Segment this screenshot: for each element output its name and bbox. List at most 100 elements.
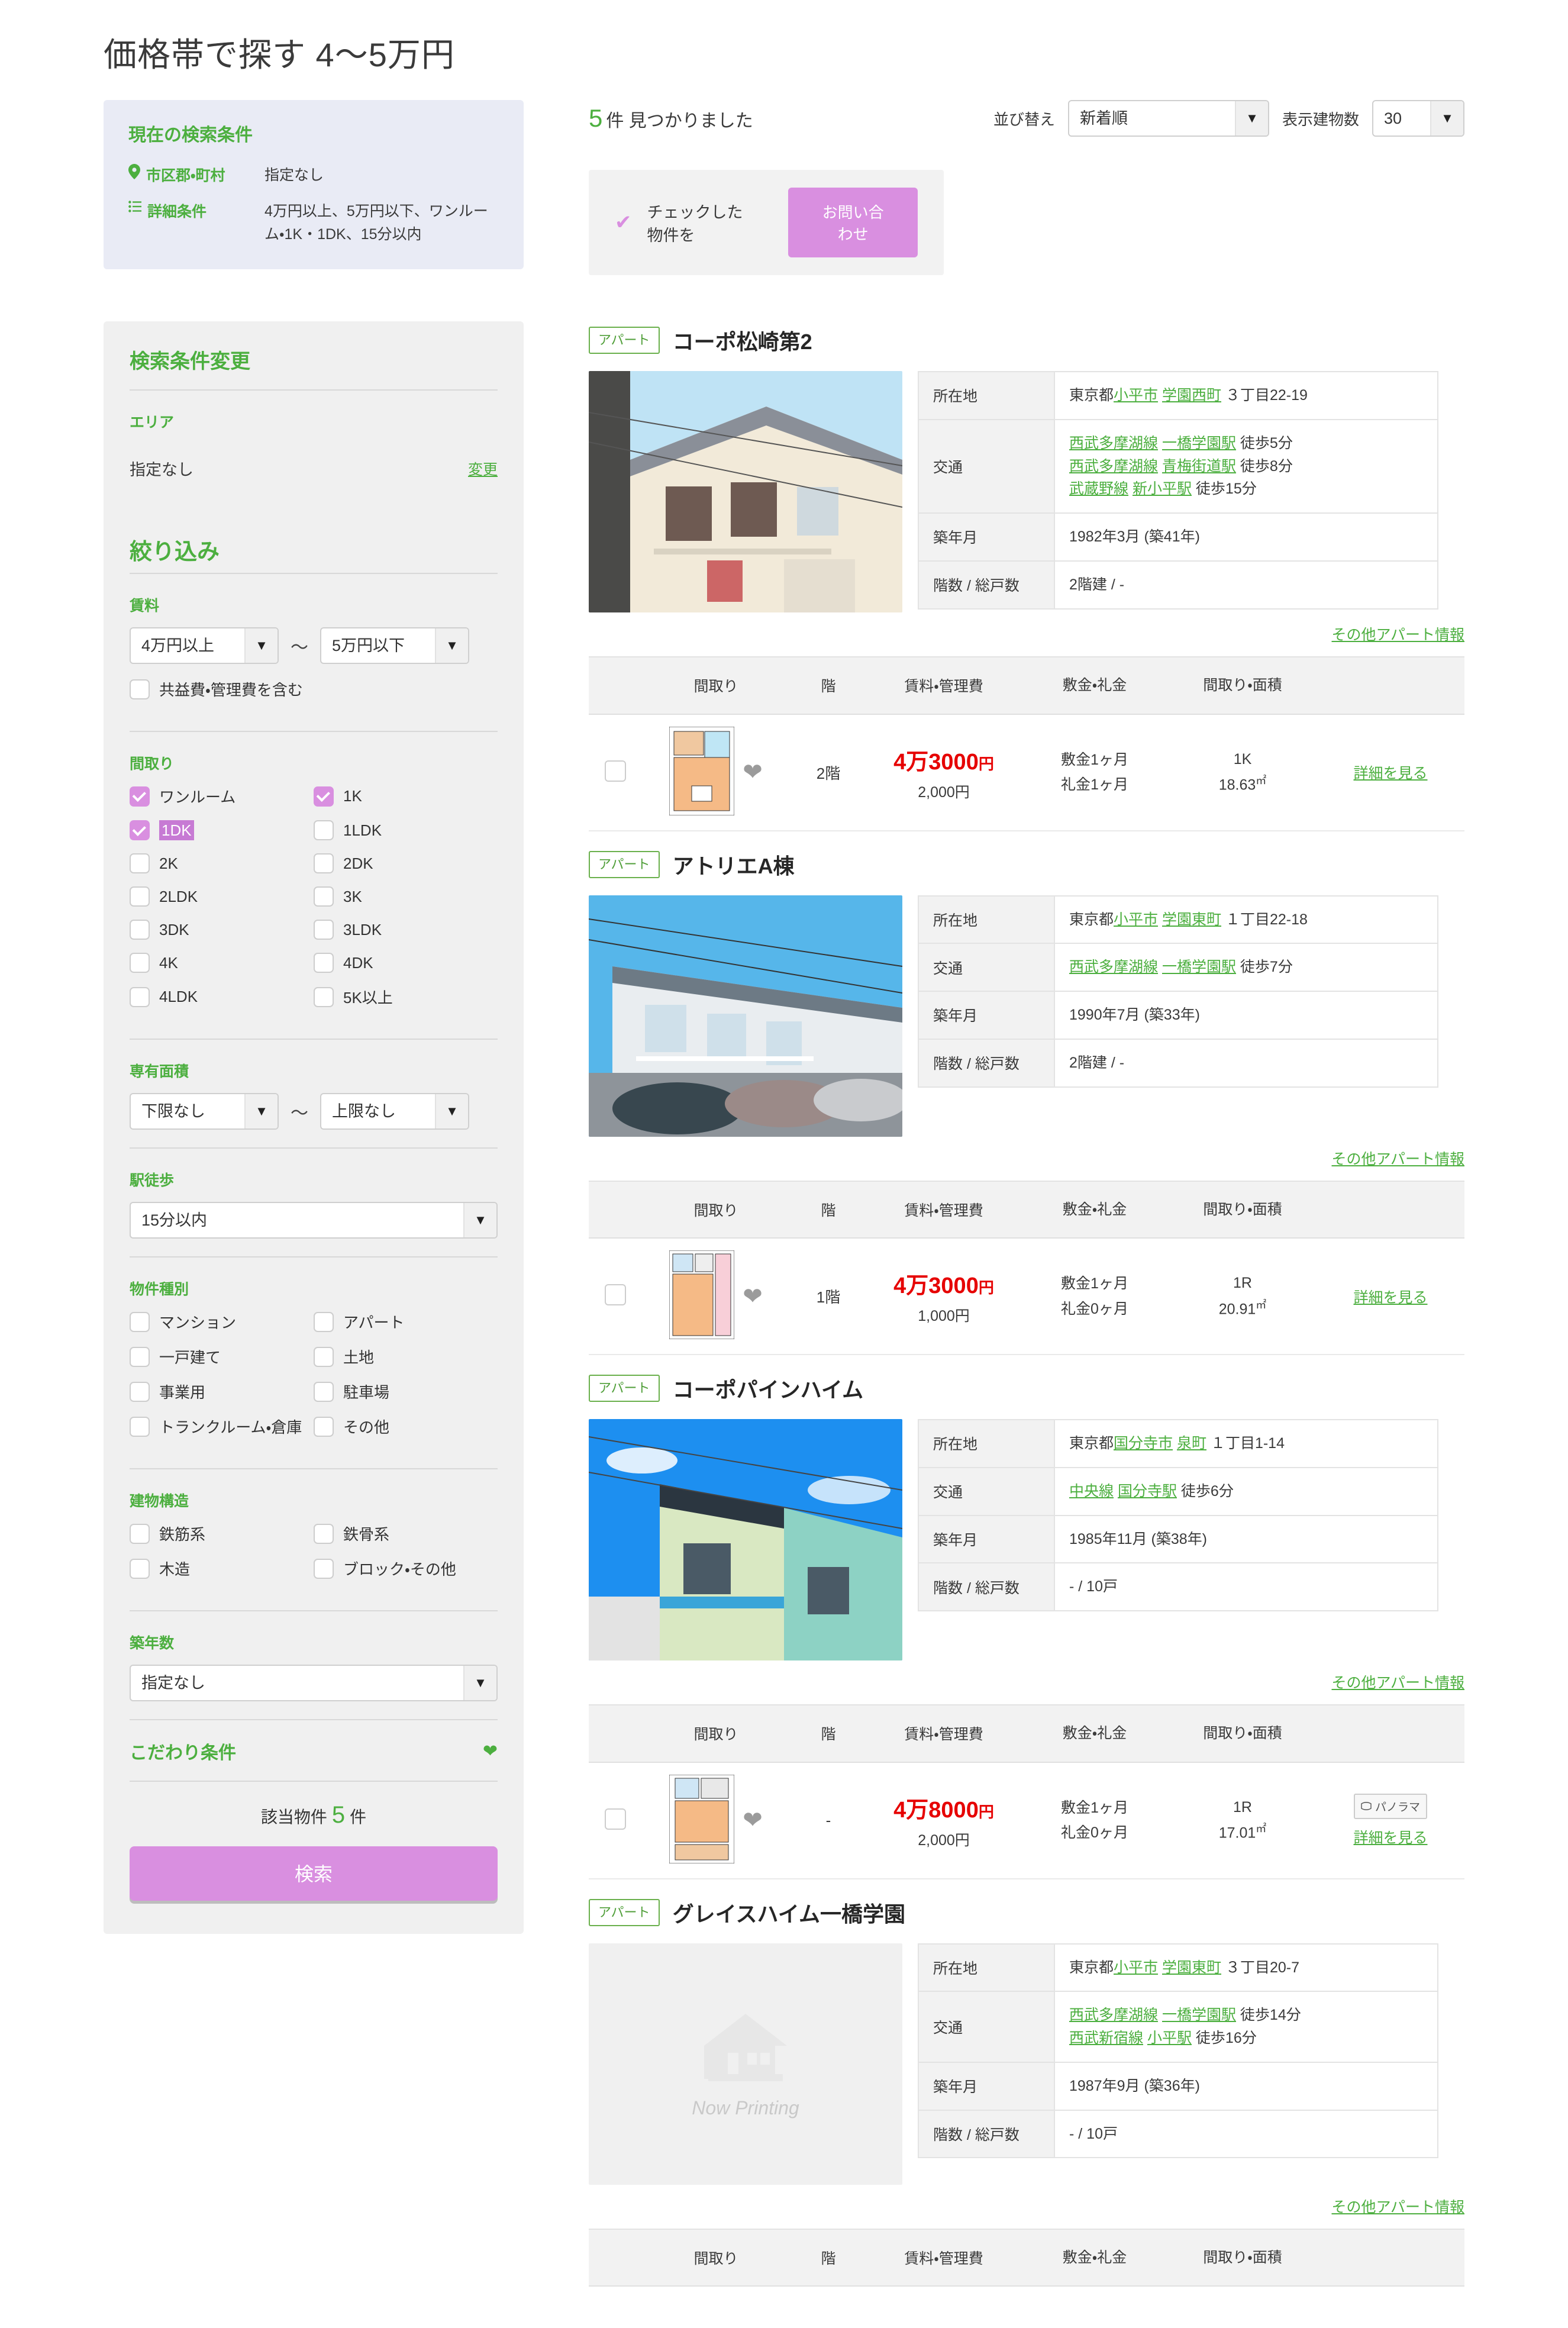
rent-min-select[interactable]: 4万円以上 ▼ bbox=[130, 627, 279, 665]
kodawari-toggle[interactable]: こだわり条件 ❤ bbox=[130, 1720, 498, 1781]
include-fee-checkbox[interactable] bbox=[130, 679, 150, 699]
layout-option-row[interactable]: 1DK bbox=[130, 820, 314, 841]
unit-checkbox-cell[interactable] bbox=[589, 1238, 642, 1355]
rent-max-select[interactable]: 5万円以下 ▼ bbox=[320, 627, 469, 665]
layout-option-row[interactable]: 2DK bbox=[314, 853, 498, 874]
layout-option-row[interactable]: 3DK bbox=[130, 920, 314, 940]
sort-select[interactable]: 新着順 ▼ bbox=[1067, 100, 1269, 137]
walk-select[interactable]: 15分以内 ▼ bbox=[130, 1202, 498, 1239]
layout-option-checkbox[interactable] bbox=[130, 820, 150, 841]
other-apartment-info-link[interactable]: その他アパート情報 bbox=[1331, 1675, 1464, 1691]
station-link[interactable]: 一橋学園駅 bbox=[1162, 435, 1236, 452]
train-line-link[interactable]: 西武多摩湖線 bbox=[1069, 458, 1158, 475]
floor-plan-thumbnail[interactable] bbox=[669, 1250, 735, 1342]
property-type-option-row[interactable]: 事業用 bbox=[130, 1381, 314, 1402]
property-type-option-row[interactable]: その他 bbox=[314, 1415, 498, 1437]
property-type-option-row[interactable]: 一戸建て bbox=[130, 1346, 314, 1368]
address-link[interactable]: 学園西町 bbox=[1162, 387, 1221, 404]
layout-option-row[interactable]: 1K bbox=[314, 785, 498, 807]
train-line-link[interactable]: 西武多摩湖線 bbox=[1069, 435, 1158, 452]
property-photo[interactable] bbox=[589, 1419, 902, 1660]
layout-option-checkbox[interactable] bbox=[314, 853, 334, 874]
property-name[interactable]: コーポ松崎第2 bbox=[673, 325, 812, 356]
train-line-link[interactable]: 西武新宿線 bbox=[1069, 2030, 1143, 2046]
inquiry-button[interactable]: お問い合わせ bbox=[788, 188, 918, 257]
layout-option-checkbox[interactable] bbox=[130, 786, 150, 807]
address-link[interactable]: 学園東町 bbox=[1162, 911, 1221, 928]
property-type-option-checkbox[interactable] bbox=[130, 1346, 150, 1367]
unit-detail-link[interactable]: 詳細を見る bbox=[1353, 1289, 1427, 1306]
property-type-option-checkbox[interactable] bbox=[314, 1346, 334, 1367]
favorite-heart-icon[interactable]: ❤ bbox=[743, 760, 763, 784]
structure-option-row[interactable]: 鉄筋系 bbox=[130, 1523, 314, 1545]
address-link[interactable]: 小平市 bbox=[1114, 911, 1158, 928]
address-link[interactable]: 国分寺市 bbox=[1114, 1435, 1173, 1452]
layout-option-checkbox[interactable] bbox=[130, 920, 150, 940]
property-type-option-row[interactable]: トランクルーム・倉庫 bbox=[130, 1415, 314, 1437]
layout-option-checkbox[interactable] bbox=[314, 986, 334, 1007]
layout-option-checkbox[interactable] bbox=[314, 920, 334, 940]
station-link[interactable]: 青梅街道駅 bbox=[1162, 458, 1236, 475]
train-line-link[interactable]: 武蔵野線 bbox=[1069, 481, 1128, 497]
layout-option-checkbox[interactable] bbox=[130, 953, 150, 973]
include-fee-checkbox-row[interactable]: 共益費・管理費を含む bbox=[130, 678, 498, 700]
layout-option-checkbox[interactable] bbox=[314, 786, 334, 807]
per-page-select[interactable]: 30 ▼ bbox=[1372, 100, 1464, 137]
station-link[interactable]: 国分寺駅 bbox=[1118, 1483, 1177, 1500]
station-link[interactable]: 一橋学園駅 bbox=[1162, 959, 1236, 975]
property-type-option-row[interactable]: アパート bbox=[314, 1311, 498, 1333]
property-name[interactable]: アトリエA棟 bbox=[673, 849, 795, 880]
other-apartment-info-link[interactable]: その他アパート情報 bbox=[1331, 627, 1464, 643]
property-type-option-checkbox[interactable] bbox=[314, 1311, 334, 1332]
property-type-option-checkbox[interactable] bbox=[130, 1311, 150, 1332]
property-photo[interactable] bbox=[589, 895, 902, 1137]
layout-option-checkbox[interactable] bbox=[314, 953, 334, 973]
structure-option-row[interactable]: ブロック・その他 bbox=[314, 1558, 498, 1579]
layout-option-row[interactable]: 3K bbox=[314, 886, 498, 907]
layout-option-checkbox[interactable] bbox=[314, 820, 334, 841]
address-link[interactable]: 小平市 bbox=[1114, 387, 1158, 404]
structure-option-row[interactable]: 木造 bbox=[130, 1558, 314, 1579]
unit-detail-link[interactable]: 詳細を見る bbox=[1353, 765, 1427, 782]
layout-option-checkbox[interactable] bbox=[314, 886, 334, 907]
property-type-option-checkbox[interactable] bbox=[130, 1416, 150, 1437]
floor-plan-thumbnail[interactable] bbox=[669, 726, 735, 818]
other-apartment-info-link[interactable]: その他アパート情報 bbox=[1331, 1151, 1464, 1168]
layout-option-row[interactable]: 3LDK bbox=[314, 920, 498, 940]
panorama-badge[interactable]: パノラマ bbox=[1353, 1793, 1427, 1819]
unit-checkbox[interactable] bbox=[605, 1284, 626, 1305]
station-link[interactable]: 小平駅 bbox=[1147, 2030, 1192, 2046]
layout-option-row[interactable]: 2LDK bbox=[130, 886, 314, 907]
unit-checkbox-cell[interactable] bbox=[589, 714, 642, 831]
address-link[interactable]: 学園東町 bbox=[1162, 1959, 1221, 1976]
size-min-select[interactable]: 下限なし ▼ bbox=[130, 1093, 279, 1130]
area-change-link[interactable]: 変更 bbox=[468, 458, 498, 479]
layout-option-row[interactable]: ワンルーム bbox=[130, 785, 314, 807]
layout-option-row[interactable]: 4K bbox=[130, 953, 314, 973]
station-link[interactable]: 一橋学園駅 bbox=[1162, 2007, 1236, 2023]
layout-option-row[interactable]: 4DK bbox=[314, 953, 498, 973]
structure-option-checkbox[interactable] bbox=[314, 1558, 334, 1579]
search-button[interactable]: 検索 bbox=[130, 1846, 498, 1901]
train-line-link[interactable]: 中央線 bbox=[1069, 1483, 1114, 1500]
floor-plan-thumbnail[interactable] bbox=[669, 1774, 735, 1866]
unit-checkbox[interactable] bbox=[605, 1808, 626, 1830]
layout-option-row[interactable]: 4LDK bbox=[130, 986, 314, 1008]
property-type-option-row[interactable]: 土地 bbox=[314, 1346, 498, 1368]
structure-option-checkbox[interactable] bbox=[314, 1523, 334, 1544]
unit-checkbox-cell[interactable] bbox=[589, 1762, 642, 1879]
structure-option-checkbox[interactable] bbox=[130, 1523, 150, 1544]
layout-option-checkbox[interactable] bbox=[130, 986, 150, 1007]
property-name[interactable]: グレイスハイム一橋学園 bbox=[673, 1897, 905, 1928]
address-link[interactable]: 泉町 bbox=[1177, 1435, 1206, 1452]
layout-option-row[interactable]: 1LDK bbox=[314, 820, 498, 841]
property-photo[interactable] bbox=[589, 371, 902, 612]
address-link[interactable]: 小平市 bbox=[1114, 1959, 1158, 1976]
unit-checkbox[interactable] bbox=[605, 760, 626, 782]
size-max-select[interactable]: 上限なし ▼ bbox=[320, 1093, 469, 1130]
other-apartment-info-link[interactable]: その他アパート情報 bbox=[1331, 2199, 1464, 2216]
unit-detail-link[interactable]: 詳細を見る bbox=[1353, 1830, 1427, 1846]
age-select[interactable]: 指定なし ▼ bbox=[130, 1665, 498, 1702]
layout-option-checkbox[interactable] bbox=[130, 853, 150, 874]
property-type-option-checkbox[interactable] bbox=[314, 1381, 334, 1402]
